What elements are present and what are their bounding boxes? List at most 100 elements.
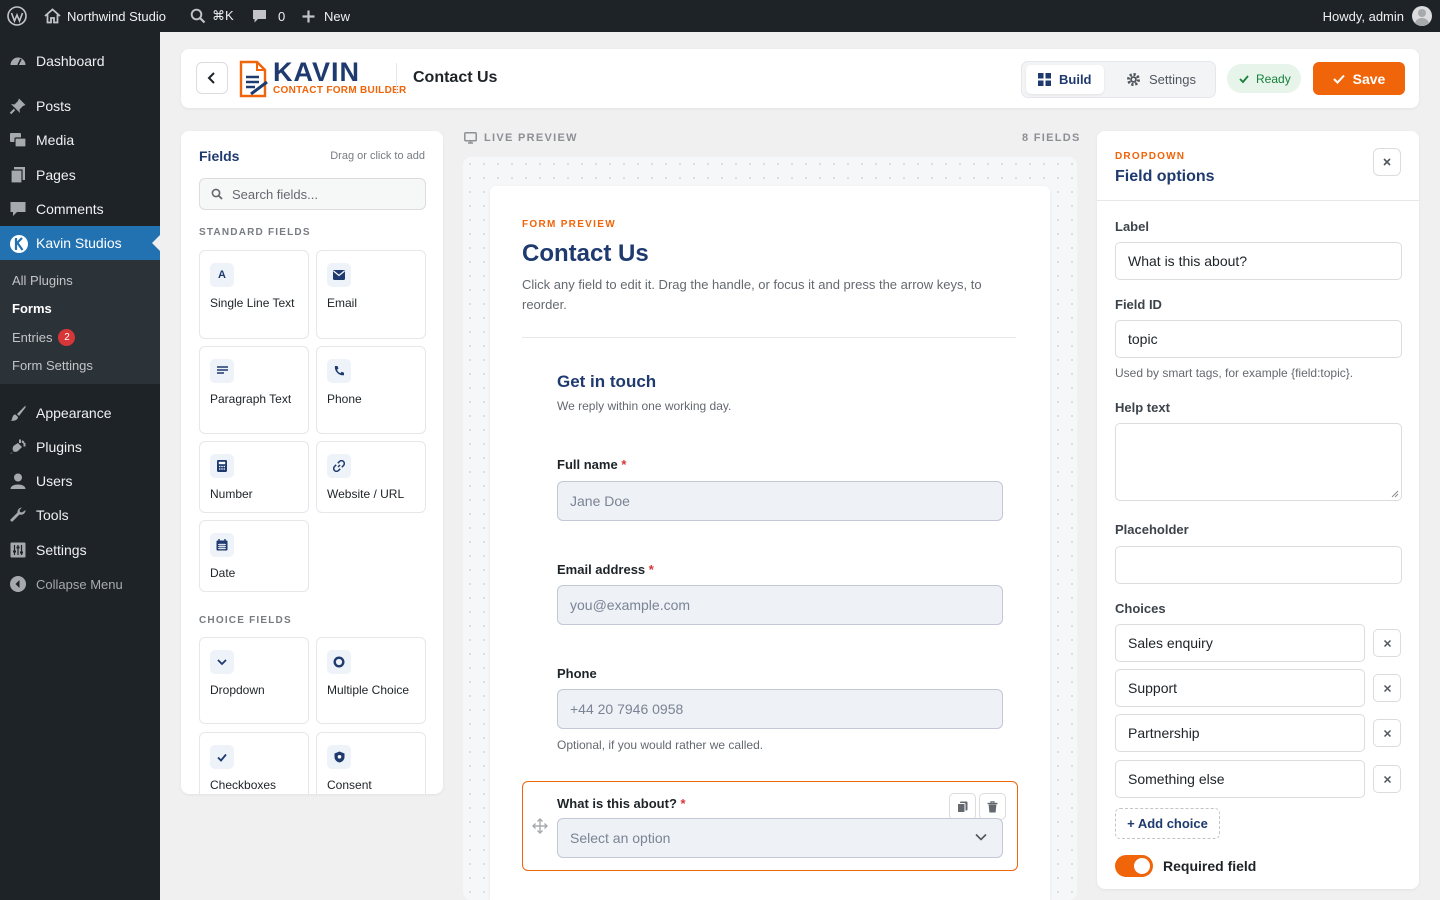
mode-switcher: Build Settings — [1021, 61, 1216, 98]
drag-handle-icon[interactable] — [532, 818, 548, 834]
email-input[interactable]: you@example.com — [557, 585, 1003, 625]
resize-handle-icon[interactable] — [1391, 490, 1399, 498]
tab-settings[interactable]: Settings — [1114, 65, 1208, 94]
comment-icon — [251, 8, 268, 24]
comments-link[interactable]: 0 — [251, 0, 285, 32]
label-input[interactable]: What is this about? — [1115, 242, 1402, 280]
field-card-label: Date — [210, 566, 236, 580]
letter-a-icon: A — [210, 263, 234, 287]
wrench-icon — [9, 506, 27, 524]
placeholder-input[interactable] — [1115, 546, 1402, 584]
field-card-multiple-choice[interactable]: Multiple Choice — [316, 637, 426, 724]
menu-comments[interactable]: Comments — [0, 192, 160, 226]
choice-input[interactable]: Something else — [1115, 760, 1365, 798]
collapse-menu-button[interactable]: Collapse Menu — [0, 567, 160, 601]
kavin-logo-icon — [9, 234, 28, 253]
search-placeholder: Search fields... — [232, 186, 318, 202]
save-button[interactable]: Save — [1313, 62, 1405, 95]
site-name: Northwind Studio — [67, 8, 166, 24]
submenu-forms[interactable]: Forms — [12, 301, 52, 316]
submenu-label: Form Settings — [12, 358, 93, 373]
selected-field-dropdown[interactable]: What is this about? * Select an option — [522, 781, 1018, 871]
remove-choice-button[interactable] — [1373, 674, 1401, 702]
check-icon — [1239, 74, 1249, 84]
topic-select[interactable]: Select an option — [557, 818, 1003, 858]
menu-appearance[interactable]: Appearance — [0, 396, 160, 430]
menu-settings[interactable]: Settings — [0, 533, 160, 567]
menu-label: Users — [36, 473, 73, 489]
submenu-entries[interactable]: Entries 2 — [12, 329, 76, 346]
live-preview-heading: LIVE PREVIEW — [464, 132, 578, 144]
required-asterisk: * — [621, 457, 627, 472]
field-card-checkboxes[interactable]: Checkboxes — [199, 732, 309, 794]
choice-input[interactable]: Partnership — [1115, 714, 1365, 752]
comments-count: 0 — [278, 8, 286, 24]
choice-input[interactable]: Support — [1115, 669, 1365, 707]
wordpress-logo-icon[interactable] — [7, 0, 27, 32]
site-name-link[interactable]: Northwind Studio — [44, 0, 166, 32]
menu-pages[interactable]: Pages — [0, 158, 160, 192]
form-preview-title: Contact Us — [522, 240, 649, 267]
choice-fields-heading: CHOICE FIELDS — [199, 615, 292, 626]
field-card-paragraph-text[interactable]: Paragraph Text — [199, 346, 309, 434]
section-title[interactable]: Get in touch — [557, 372, 656, 392]
input-value: What is this about? — [1128, 253, 1248, 269]
fields-panel-hint: Drag or click to add — [330, 150, 425, 162]
remove-choice-button[interactable] — [1373, 629, 1401, 657]
menu-tools[interactable]: Tools — [0, 498, 160, 532]
field-options-title: Field options — [1115, 168, 1215, 185]
field-id-input[interactable]: topic — [1115, 320, 1402, 358]
form-title: Contact Us — [413, 69, 498, 86]
field-card-date[interactable]: Date — [199, 520, 309, 592]
field-card-consent[interactable]: Consent — [316, 732, 426, 794]
help-text-textarea[interactable] — [1115, 423, 1402, 501]
duplicate-field-button[interactable] — [949, 793, 976, 820]
new-label: New — [324, 8, 351, 24]
submenu-form-settings[interactable]: Form Settings — [12, 358, 93, 373]
close-icon — [1383, 729, 1392, 738]
form-preview-eyebrow: FORM PREVIEW — [522, 219, 616, 230]
remove-choice-button[interactable] — [1373, 719, 1401, 747]
phone-input[interactable]: +44 20 7946 0958 — [557, 689, 1003, 729]
field-card-number[interactable]: Number — [199, 441, 309, 513]
menu-kavin-studios[interactable]: Kavin Studios — [0, 226, 160, 260]
menu-media[interactable]: Media — [0, 123, 160, 157]
field-card-label: Paragraph Text — [210, 392, 292, 406]
field-card-label: Number — [210, 487, 253, 501]
fields-panel: Fields Drag or click to add Search field… — [181, 131, 443, 794]
field-card-website-url[interactable]: Website / URL — [316, 441, 426, 513]
tab-label: Settings — [1149, 72, 1196, 87]
required-toggle[interactable] — [1115, 855, 1153, 877]
field-card-single-line-text[interactable]: A Single Line Text — [199, 250, 309, 339]
add-choice-button[interactable]: + Add choice — [1115, 808, 1220, 839]
field-card-email[interactable]: Email — [316, 250, 426, 339]
standard-fields-heading: STANDARD FIELDS — [199, 227, 311, 238]
label-field-label: Label — [1115, 219, 1149, 234]
menu-plugins[interactable]: Plugins — [0, 430, 160, 464]
field-search-input[interactable]: Search fields... — [199, 178, 426, 210]
field-card-dropdown[interactable]: Dropdown — [199, 637, 309, 724]
remove-choice-button[interactable] — [1373, 765, 1401, 793]
check-icon — [1332, 73, 1345, 85]
search-shortcut[interactable]: ⌘K — [190, 0, 234, 32]
chevron-down-icon — [210, 650, 234, 674]
close-panel-button[interactable] — [1373, 148, 1401, 176]
calendar-icon — [210, 533, 234, 557]
new-content-link[interactable]: New — [301, 0, 350, 32]
account-menu[interactable]: Howdy, admin — [1323, 0, 1432, 32]
builder-header: KAVIN CONTACT FORM BUILDER Contact Us Bu… — [181, 49, 1419, 108]
topic-label: What is this about? * — [557, 796, 686, 811]
menu-users[interactable]: Users — [0, 464, 160, 498]
full-name-input[interactable]: Jane Doe — [557, 481, 1003, 521]
choice-input[interactable]: Sales enquiry — [1115, 624, 1365, 662]
submenu-all-plugins[interactable]: All Plugins — [12, 273, 73, 288]
delete-field-button[interactable] — [979, 793, 1006, 820]
field-card-label: Email — [327, 296, 358, 310]
choices-label: Choices — [1115, 601, 1166, 616]
menu-posts[interactable]: Posts — [0, 89, 160, 123]
menu-dashboard[interactable]: Dashboard — [0, 44, 160, 78]
admin-sidebar: Dashboard Posts Media Pages Comments Kav… — [0, 32, 160, 900]
field-card-phone[interactable]: Phone — [316, 346, 426, 434]
back-button[interactable] — [196, 62, 228, 94]
tab-build[interactable]: Build — [1026, 65, 1104, 94]
